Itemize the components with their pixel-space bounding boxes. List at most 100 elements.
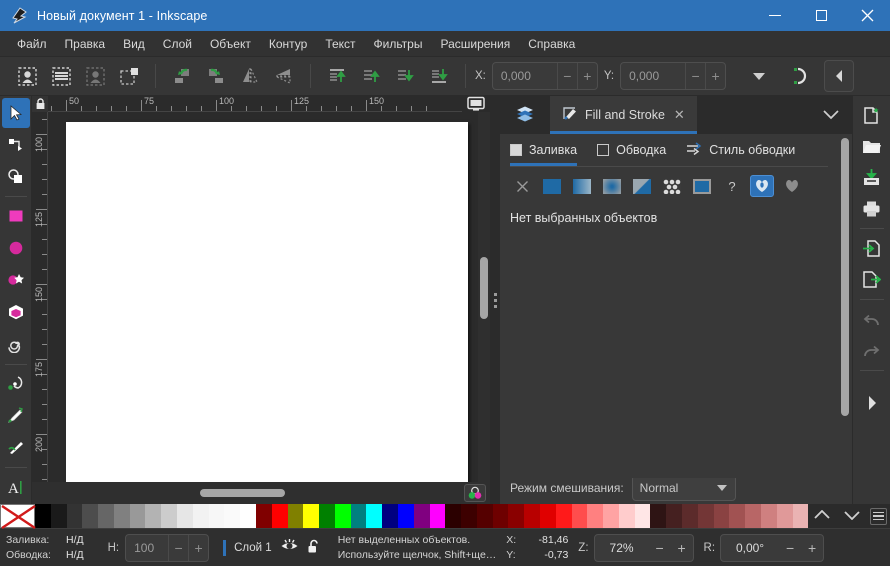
flat-color-button[interactable]	[540, 175, 564, 197]
y-decrement-button[interactable]: −	[685, 63, 705, 89]
palette-swatch[interactable]	[145, 504, 162, 528]
panel-scroll-thumb[interactable]	[841, 138, 849, 416]
palette-swatch[interactable]	[540, 504, 556, 528]
panel-splitter[interactable]	[490, 96, 500, 504]
x-increment-button[interactable]: +	[576, 63, 597, 89]
menu-extensions[interactable]: Расширения	[431, 34, 519, 54]
palette-swatch[interactable]	[240, 504, 256, 528]
palette-swatch[interactable]	[50, 504, 67, 528]
menu-help[interactable]: Справка	[519, 34, 584, 54]
palette-swatch[interactable]	[303, 504, 320, 528]
snap-controls-icon[interactable]	[786, 62, 816, 90]
opacity-input[interactable]	[126, 534, 169, 561]
rotation-value[interactable]: 0,00°	[721, 541, 779, 555]
vertical-ruler[interactable]: 100 125 150 175 200	[32, 112, 48, 482]
blend-mode-select[interactable]: Normal	[631, 478, 736, 501]
palette-swatch[interactable]	[618, 504, 635, 528]
palette-swatch[interactable]	[476, 504, 493, 528]
palette-swatch[interactable]	[760, 504, 777, 528]
chevron-down-icon[interactable]	[810, 96, 852, 134]
chevron-down-icon[interactable]	[742, 62, 776, 90]
select-all-layers-icon[interactable]	[44, 61, 78, 91]
x-spinbox[interactable]: − +	[491, 62, 598, 90]
selector-tool[interactable]	[1, 98, 30, 128]
palette-swatch[interactable]	[492, 504, 509, 528]
palette-swatch[interactable]	[745, 504, 761, 528]
palette-swatch[interactable]	[224, 504, 241, 528]
node-tool[interactable]	[2, 130, 30, 160]
palette-swatch[interactable]	[508, 504, 525, 528]
fill-stroke-indicator[interactable]: Заливка: Н/Д Обводка: Н/Д	[6, 533, 84, 561]
opacity-decrement-button[interactable]: −	[168, 534, 188, 561]
undo-icon[interactable]	[857, 304, 887, 335]
palette-swatch[interactable]	[129, 504, 146, 528]
canvas-horizontal-scrollbar[interactable]	[32, 482, 490, 504]
palette-swatch[interactable]	[334, 504, 351, 528]
mesh-gradient-button[interactable]	[630, 175, 654, 197]
menu-view[interactable]: Вид	[114, 34, 154, 54]
palette-swatch[interactable]	[66, 504, 83, 528]
tab-stroke-paint[interactable]: Обводка	[597, 134, 666, 166]
chevron-down-icon[interactable]	[844, 509, 860, 523]
chevron-up-icon[interactable]	[814, 509, 830, 523]
rotation-increment-button[interactable]: +	[801, 535, 823, 561]
no-paint-button[interactable]	[510, 175, 534, 197]
raise-icon[interactable]	[354, 61, 388, 91]
palette-swatch[interactable]	[113, 504, 130, 528]
palette-swatch[interactable]	[271, 504, 288, 528]
palette-swatch[interactable]	[192, 504, 209, 528]
palette-swatch[interactable]	[35, 504, 51, 528]
calligraphy-tool[interactable]	[2, 432, 30, 462]
palette-swatch[interactable]	[366, 504, 383, 528]
palette-swatch[interactable]	[666, 504, 683, 528]
save-document-icon[interactable]	[857, 162, 887, 193]
tab-fill[interactable]: Заливка	[510, 134, 578, 166]
expand-right-icon[interactable]	[857, 387, 887, 418]
rotate-cw-icon[interactable]	[199, 61, 233, 91]
canvas[interactable]	[48, 112, 478, 482]
x-input[interactable]	[492, 63, 557, 89]
maximize-button[interactable]	[798, 0, 844, 31]
rotate-ccw-icon[interactable]	[165, 61, 199, 91]
palette-swatch[interactable]	[382, 504, 398, 528]
palette-swatch[interactable]	[319, 504, 335, 528]
horizontal-ruler[interactable]: 50 75 100 125 150	[48, 96, 462, 112]
palette-swatch[interactable]	[429, 504, 446, 528]
palette-swatch[interactable]	[177, 504, 193, 528]
pen-tool[interactable]	[2, 400, 30, 430]
zoom-value[interactable]: 72%	[595, 541, 649, 555]
fill-rule-evenodd-button[interactable]	[750, 175, 774, 197]
palette-swatch[interactable]	[413, 504, 430, 528]
flip-vertical-icon[interactable]	[267, 61, 301, 91]
pattern-button[interactable]	[660, 175, 684, 197]
eye-icon[interactable]	[280, 539, 299, 556]
menu-text[interactable]: Текст	[316, 34, 364, 54]
panel-scrollbar[interactable]	[838, 134, 852, 504]
export-icon[interactable]	[857, 264, 887, 295]
palette-swatch[interactable]	[524, 504, 540, 528]
menu-filters[interactable]: Фильтры	[365, 34, 432, 54]
palette-swatch[interactable]	[713, 504, 730, 528]
tab-stroke-style[interactable]: Стиль обводки	[686, 134, 795, 166]
palette-swatches[interactable]	[35, 504, 809, 528]
palette-swatch[interactable]	[776, 504, 793, 528]
new-document-icon[interactable]	[857, 100, 887, 131]
pencil-tool[interactable]	[2, 369, 30, 399]
menu-layer[interactable]: Слой	[154, 34, 201, 54]
menu-edit[interactable]: Правка	[56, 34, 115, 54]
palette-swatch[interactable]	[603, 504, 619, 528]
y-input[interactable]	[621, 63, 686, 89]
close-icon[interactable]: ✕	[674, 107, 685, 123]
deselect-icon[interactable]	[78, 61, 112, 91]
palette-swatch[interactable]	[729, 504, 746, 528]
palette-swatch[interactable]	[208, 504, 225, 528]
palette-swatch[interactable]	[571, 504, 588, 528]
palette-swatch[interactable]	[397, 504, 414, 528]
palette-swatch[interactable]	[445, 504, 462, 528]
lock-icon[interactable]	[32, 96, 48, 112]
palette-swatch[interactable]	[587, 504, 604, 528]
shape-builder-tool[interactable]	[2, 162, 30, 192]
star-tool[interactable]	[2, 265, 30, 295]
palette-swatch[interactable]	[461, 504, 477, 528]
palette-swatch[interactable]	[161, 504, 178, 528]
